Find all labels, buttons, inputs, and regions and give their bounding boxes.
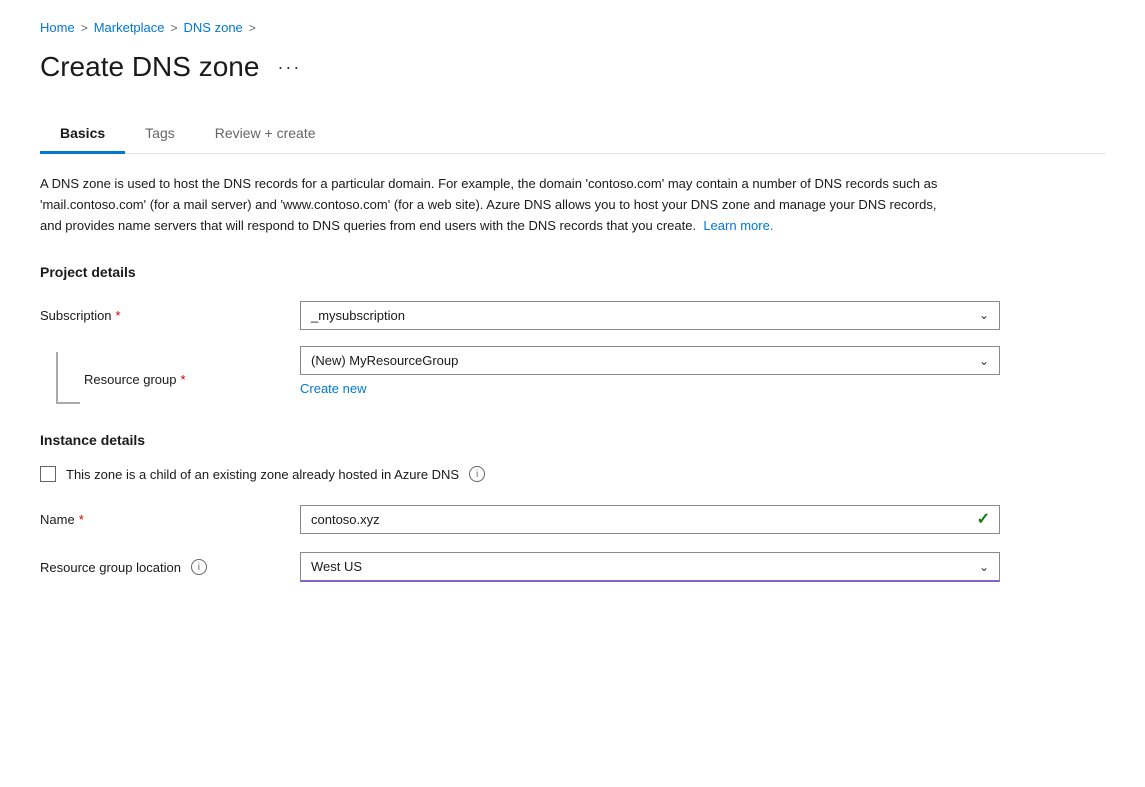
breadcrumb-home[interactable]: Home <box>40 20 75 35</box>
location-dropdown[interactable]: West US ⌄ <box>300 552 1000 582</box>
subscription-row: Subscription * _mysubscription ⌄ <box>40 298 1105 332</box>
instance-details-section: Instance details This zone is a child of… <box>40 432 1105 584</box>
breadcrumb: Home > Marketplace > DNS zone > <box>40 20 1105 35</box>
page-title-row: Create DNS zone ··· <box>40 51 1105 83</box>
instance-details-title: Instance details <box>40 432 1105 448</box>
tab-basics[interactable]: Basics <box>40 115 125 154</box>
name-required: * <box>79 512 84 527</box>
location-value: West US <box>311 559 362 574</box>
description-text: A DNS zone is used to host the DNS recor… <box>40 174 940 236</box>
project-details-section: Project details Subscription * _mysubscr… <box>40 264 1105 404</box>
child-zone-label: This zone is a child of an existing zone… <box>66 467 459 482</box>
subscription-control: _mysubscription ⌄ <box>300 301 1000 330</box>
resource-group-value: (New) MyResourceGroup <box>311 353 458 368</box>
location-chevron: ⌄ <box>979 560 989 574</box>
name-row: Name * ✓ <box>40 502 1105 536</box>
tab-tags[interactable]: Tags <box>125 115 195 154</box>
name-control: ✓ <box>300 505 1000 534</box>
subscription-required: * <box>116 308 121 323</box>
location-label: Resource group location i <box>40 559 300 575</box>
child-zone-info-icon[interactable]: i <box>469 466 485 482</box>
location-row: Resource group location i West US ⌄ <box>40 550 1105 584</box>
subscription-chevron: ⌄ <box>979 308 989 322</box>
breadcrumb-sep-3: > <box>249 21 256 35</box>
more-options-button[interactable]: ··· <box>271 55 307 80</box>
learn-more-link[interactable]: Learn more. <box>703 218 773 233</box>
subscription-label: Subscription * <box>40 308 300 323</box>
resource-group-chevron: ⌄ <box>979 354 989 368</box>
name-input-wrapper: ✓ <box>300 505 1000 534</box>
name-input[interactable] <box>300 505 1000 534</box>
tab-review-create[interactable]: Review + create <box>195 115 336 154</box>
breadcrumb-marketplace[interactable]: Marketplace <box>94 20 165 35</box>
resource-group-dropdown[interactable]: (New) MyResourceGroup ⌄ <box>300 346 1000 375</box>
resource-group-required: * <box>181 372 186 387</box>
child-zone-row: This zone is a child of an existing zone… <box>40 466 1105 482</box>
create-new-link[interactable]: Create new <box>300 381 366 396</box>
breadcrumb-sep-2: > <box>171 21 178 35</box>
project-details-title: Project details <box>40 264 1105 280</box>
breadcrumb-sep-1: > <box>81 21 88 35</box>
subscription-value: _mysubscription <box>311 308 405 323</box>
name-label: Name * <box>40 512 300 527</box>
resource-group-control: (New) MyResourceGroup ⌄ Create new <box>300 346 1000 396</box>
tab-bar: Basics Tags Review + create <box>40 115 1105 154</box>
subscription-dropdown[interactable]: _mysubscription ⌄ <box>300 301 1000 330</box>
page-title: Create DNS zone <box>40 51 259 83</box>
child-zone-checkbox[interactable] <box>40 466 56 482</box>
breadcrumb-dns-zone[interactable]: DNS zone <box>184 20 243 35</box>
name-valid-icon: ✓ <box>977 509 990 529</box>
location-control: West US ⌄ <box>300 552 1000 582</box>
location-info-icon[interactable]: i <box>191 559 207 575</box>
